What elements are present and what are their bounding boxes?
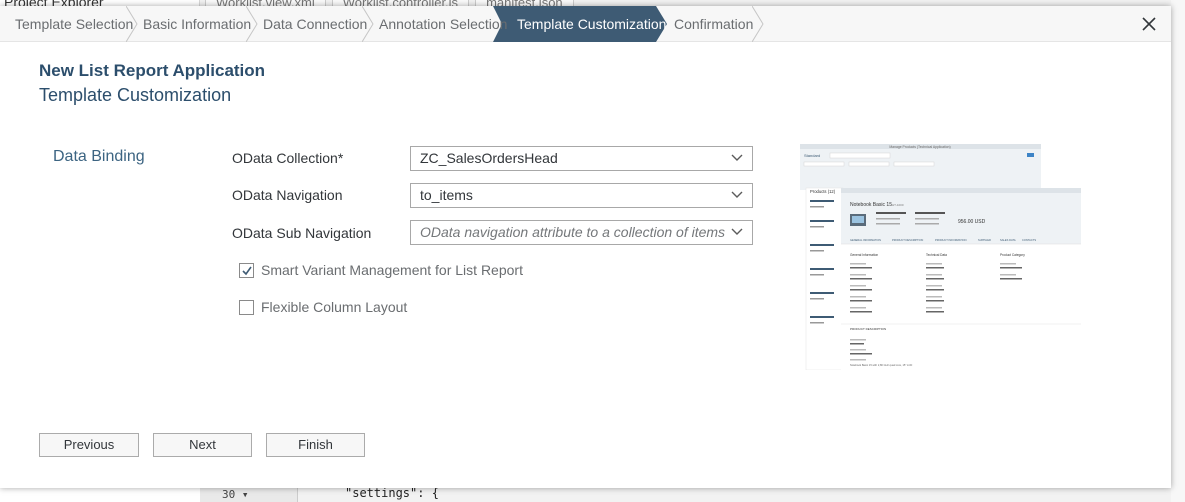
smart-variant-row: Smart Variant Management for List Report: [239, 262, 523, 278]
template-preview-image: Manage Products (Technical Application) …: [800, 144, 1081, 371]
smart-variant-label: Smart Variant Management for List Report: [261, 262, 523, 278]
wizard-step-bar: Template Selection Basic Information Dat…: [0, 6, 1171, 42]
finish-button[interactable]: Finish: [266, 433, 365, 457]
code-line: "settings": {: [345, 486, 439, 500]
chevron-down-icon: [731, 191, 743, 198]
svg-text:PRODUCT DESCRIPTION: PRODUCT DESCRIPTION: [892, 238, 923, 242]
step-separator-icon: [362, 6, 374, 42]
step-separator-icon: [246, 6, 258, 42]
svg-text:Notebook Basic 15 with 2,80 GH: Notebook Basic 15 with 2,80 GHz quad cor…: [850, 363, 912, 367]
step-label: Template Customization: [517, 16, 667, 32]
step-label: Template Selection: [15, 16, 134, 32]
svg-text:Technical Data: Technical Data: [926, 253, 947, 257]
svg-text:PRODUCT DESCRIPTION: PRODUCT DESCRIPTION: [850, 327, 886, 331]
flexible-column-row: Flexible Column Layout: [239, 299, 407, 315]
svg-text:Manage Products (Technical App: Manage Products (Technical Application): [889, 145, 950, 149]
step-separator-icon: [752, 6, 764, 42]
odata-collection-select[interactable]: ZC_SalesOrdersHead: [410, 146, 753, 171]
close-icon: [1142, 17, 1156, 31]
chevron-down-icon: [731, 228, 743, 235]
svg-text:CONTACTS: CONTACTS: [1022, 238, 1036, 242]
step-label: Confirmation: [674, 16, 754, 32]
svg-text:956.00 USD: 956.00 USD: [958, 219, 986, 225]
svg-text:PRODUCT INFORMATION: PRODUCT INFORMATION: [935, 238, 967, 242]
odata-navigation-select[interactable]: to_items: [410, 183, 753, 208]
line-number: 30: [222, 488, 236, 501]
odata-sub-navigation-placeholder: OData navigation attribute to a collecti…: [420, 224, 725, 240]
odata-navigation-label: OData Navigation: [232, 187, 343, 203]
odata-navigation-value: to_items: [420, 187, 473, 203]
next-button[interactable]: Next: [153, 433, 252, 457]
checkmark-icon: [242, 266, 252, 275]
svg-text:Product Category: Product Category: [1000, 253, 1025, 257]
odata-collection-value: ZC_SalesOrdersHead: [420, 150, 558, 166]
svg-text:Standard: Standard: [804, 153, 820, 158]
new-project-wizard-dialog: Template Selection Basic Information Dat…: [0, 6, 1171, 488]
step-label: Data Connection: [263, 16, 368, 32]
step-label: Annotation Selection: [379, 16, 508, 32]
step-separator-icon: [126, 6, 138, 42]
data-binding-title: Data Binding: [53, 148, 145, 165]
svg-text:SUPPLIER: SUPPLIER: [978, 238, 991, 242]
svg-text:HT-1000: HT-1000: [892, 203, 904, 207]
odata-sub-navigation-select[interactable]: OData navigation attribute to a collecti…: [410, 220, 753, 245]
app-title: New List Report Application: [39, 61, 266, 80]
chevron-down-icon: [731, 154, 743, 161]
svg-text:SALES DATA: SALES DATA: [1000, 238, 1016, 242]
odata-sub-navigation-label: OData Sub Navigation: [232, 225, 372, 241]
page-title: Template Customization: [39, 85, 232, 105]
odata-collection-label: OData Collection*: [232, 150, 344, 166]
svg-text:Products (12): Products (12): [810, 189, 836, 194]
explorer-bottom: [0, 488, 200, 502]
ide-right-edge: [1171, 0, 1185, 502]
previous-button[interactable]: Previous: [39, 433, 139, 457]
line-number-gutter: 30 ▾: [200, 488, 298, 502]
flexible-column-checkbox[interactable]: [239, 299, 254, 315]
step-label: Basic Information: [143, 16, 252, 32]
close-dialog-button[interactable]: [1135, 10, 1163, 38]
svg-text:Notebook Basic 15: Notebook Basic 15: [850, 202, 892, 208]
smart-variant-checkbox[interactable]: [239, 262, 254, 278]
flexible-column-label: Flexible Column Layout: [261, 299, 408, 315]
svg-text:General Information: General Information: [850, 253, 878, 257]
svg-text:GENERAL INFORMATION: GENERAL INFORMATION: [850, 238, 881, 242]
